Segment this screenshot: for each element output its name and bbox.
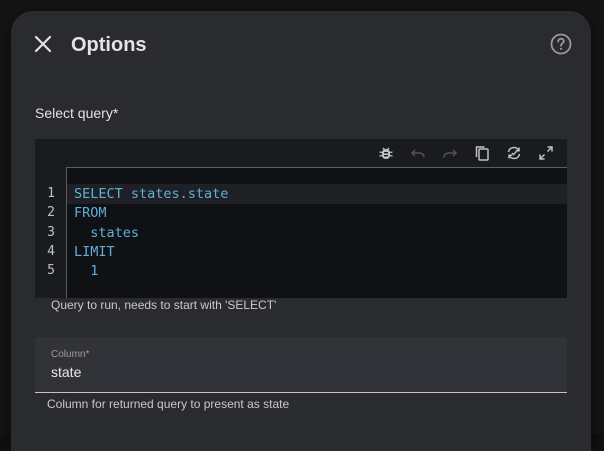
line-number: 5	[35, 261, 55, 281]
code-line-text: states	[74, 223, 139, 243]
copy-button[interactable]	[469, 140, 495, 166]
code-editor[interactable]: 1 2 3 4 5 SELECT states.state FROM state…	[35, 139, 567, 298]
line-number: 4	[35, 242, 55, 262]
copy-icon	[474, 145, 490, 161]
code-line-text: FROM	[74, 203, 107, 223]
fullscreen-button[interactable]	[533, 140, 559, 166]
redo-button[interactable]	[437, 140, 463, 166]
options-dialog: Options Select query*	[11, 11, 591, 451]
line-number: 2	[35, 203, 55, 223]
column-field-value: state	[51, 364, 81, 380]
help-button[interactable]	[549, 32, 573, 56]
code-line-text: 1	[74, 261, 98, 281]
close-icon	[34, 35, 52, 53]
refresh-button[interactable]	[501, 140, 527, 166]
code-line: states	[67, 223, 567, 243]
dialog-header: Options	[11, 11, 591, 79]
undo-icon	[410, 145, 426, 161]
line-gutter: 1 2 3 4 5	[35, 167, 66, 298]
code-line: LIMIT	[67, 242, 567, 262]
select-query-label: Select query*	[35, 105, 118, 121]
column-helper-text: Column for returned query to present as …	[47, 397, 289, 411]
column-field[interactable]: Column* state	[35, 337, 567, 393]
dialog-title: Options	[71, 34, 147, 57]
column-field-label: Column*	[51, 349, 89, 360]
redo-icon	[442, 145, 458, 161]
fullscreen-icon	[538, 145, 554, 161]
code-line: FROM	[67, 203, 567, 223]
query-helper-text: Query to run, needs to start with 'SELEC…	[51, 298, 276, 312]
code-line-text: SELECT states.state	[74, 184, 228, 204]
debug-icon	[378, 145, 394, 161]
line-number: 3	[35, 223, 55, 243]
help-circle-icon	[550, 33, 572, 55]
line-number: 1	[35, 184, 55, 204]
code-area[interactable]: SELECT states.state FROM states LIMIT 1	[66, 167, 567, 298]
code-line: 1	[67, 261, 567, 281]
editor-toolbar	[373, 139, 567, 167]
undo-button[interactable]	[405, 140, 431, 166]
code-line-text: LIMIT	[74, 242, 115, 262]
debug-button[interactable]	[373, 140, 399, 166]
code-line: SELECT states.state	[67, 184, 567, 204]
close-button[interactable]	[27, 28, 59, 60]
refresh-icon	[506, 145, 522, 161]
